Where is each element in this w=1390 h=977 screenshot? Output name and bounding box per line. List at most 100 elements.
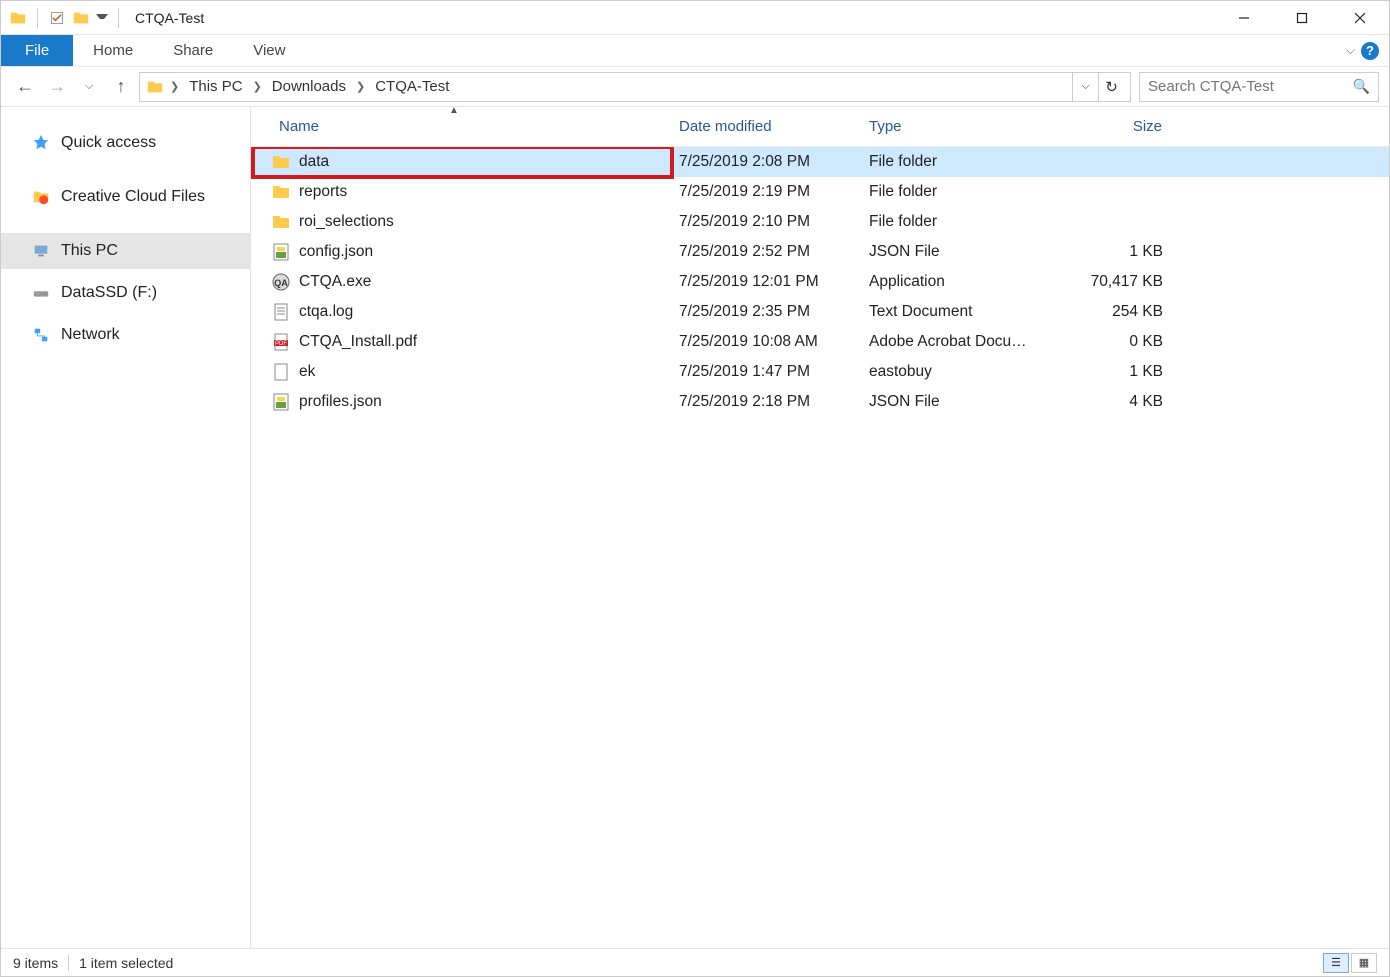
file-name: roi_selections bbox=[299, 213, 394, 231]
file-size: 70,417 KB bbox=[1051, 273, 1171, 291]
column-type-header[interactable]: Type bbox=[861, 107, 1051, 146]
folder-icon bbox=[271, 212, 291, 232]
file-date: 7/25/2019 2:52 PM bbox=[671, 243, 861, 261]
minimize-button[interactable] bbox=[1215, 1, 1273, 35]
file-row[interactable]: ek7/25/2019 1:47 PMeastobuy1 KB bbox=[251, 357, 1389, 387]
file-date: 7/25/2019 2:10 PM bbox=[671, 213, 861, 231]
breadcrumb[interactable]: This PC bbox=[185, 78, 246, 95]
sidebar-item-label: This PC bbox=[61, 242, 118, 260]
forward-button[interactable]: → bbox=[43, 73, 71, 101]
status-item-count: 9 items bbox=[13, 955, 58, 971]
help-icon[interactable]: ? bbox=[1361, 42, 1379, 60]
content-area: Quick access Creative Cloud Files This PC D… bbox=[1, 107, 1389, 948]
qat-folder-icon[interactable] bbox=[72, 9, 90, 27]
title-bar: CTQA-Test bbox=[1, 1, 1389, 35]
sidebar-item-label: DataSSD (F:) bbox=[61, 284, 157, 302]
file-name: CTQA_Install.pdf bbox=[299, 333, 417, 351]
status-selection: 1 item selected bbox=[79, 955, 173, 971]
file-date: 7/25/2019 10:08 AM bbox=[671, 333, 861, 351]
window-title: CTQA-Test bbox=[135, 10, 204, 26]
address-bar[interactable]: ❯ This PC ❯ Downloads ❯ CTQA-Test ⌵ ↻ bbox=[139, 72, 1131, 102]
sort-indicator-icon: ▲ bbox=[449, 107, 459, 116]
folder-icon bbox=[146, 78, 164, 96]
breadcrumb[interactable]: Downloads bbox=[268, 78, 350, 95]
ribbon: File Home Share View ⌵ ? bbox=[1, 35, 1389, 67]
file-type: File folder bbox=[861, 153, 1051, 171]
file-row[interactable]: QA CTQA.exe 7/25/2019 12:01 PMApplication7… bbox=[251, 267, 1389, 297]
tab-file[interactable]: File bbox=[1, 35, 73, 66]
qat-properties-icon[interactable] bbox=[48, 9, 66, 27]
file-row[interactable]: data 7/25/2019 2:08 PMFile folder bbox=[251, 147, 1389, 177]
file-row[interactable]: config.json7/25/2019 2:52 PMJSON File1 K… bbox=[251, 237, 1389, 267]
file-name: reports bbox=[299, 183, 347, 201]
refresh-button[interactable]: ↻ bbox=[1098, 73, 1124, 101]
file-date: 7/25/2019 2:08 PM bbox=[671, 153, 861, 171]
titlebar-left: CTQA-Test bbox=[1, 8, 204, 28]
search-box[interactable]: 🔍 bbox=[1139, 72, 1379, 102]
sidebar-item-creative-cloud-files[interactable]: Creative Cloud Files bbox=[1, 179, 250, 215]
file-name: data bbox=[299, 153, 329, 171]
file-size: 254 KB bbox=[1051, 303, 1171, 321]
pc-icon bbox=[31, 241, 51, 261]
file-type: Text Document bbox=[861, 303, 1051, 321]
file-name: ek bbox=[299, 363, 315, 381]
file-name: CTQA.exe bbox=[299, 273, 371, 291]
up-button[interactable]: ↑ bbox=[107, 73, 135, 101]
maximize-button[interactable] bbox=[1273, 1, 1331, 35]
chevron-right-icon[interactable]: ❯ bbox=[251, 80, 264, 93]
search-input[interactable] bbox=[1148, 78, 1353, 95]
file-type: eastobuy bbox=[861, 363, 1051, 381]
file-date: 7/25/2019 12:01 PM bbox=[671, 273, 861, 291]
recent-dropdown[interactable]: ⌵ bbox=[75, 73, 103, 101]
sidebar-item-label: Quick access bbox=[61, 134, 156, 152]
file-name: ctqa.log bbox=[299, 303, 353, 321]
breadcrumb[interactable]: CTQA-Test bbox=[371, 78, 453, 95]
exe-icon: QA bbox=[271, 272, 291, 292]
file-type: Application bbox=[861, 273, 1051, 291]
view-details-button[interactable]: ☰ bbox=[1323, 953, 1349, 973]
sidebar-item-quick-access[interactable]: Quick access bbox=[1, 125, 250, 161]
svg-text:PDF: PDF bbox=[275, 341, 287, 347]
file-row[interactable]: PDF CTQA_Install.pdf 7/25/2019 10:08 AMAdo… bbox=[251, 327, 1389, 357]
tab-view[interactable]: View bbox=[233, 35, 305, 66]
ribbon-right: ⌵ ? bbox=[1346, 35, 1389, 66]
separator bbox=[118, 8, 119, 28]
view-large-icons-button[interactable]: ▦ bbox=[1351, 953, 1377, 973]
file-date: 7/25/2019 2:18 PM bbox=[671, 393, 861, 411]
window-controls bbox=[1215, 1, 1389, 35]
chevron-right-icon[interactable]: ❯ bbox=[354, 80, 367, 93]
file-size: 1 KB bbox=[1051, 243, 1171, 261]
ribbon-expand-icon[interactable]: ⌵ bbox=[1346, 43, 1355, 58]
search-icon[interactable]: 🔍 bbox=[1353, 78, 1370, 95]
sidebar-item-network[interactable]: Network bbox=[1, 317, 250, 353]
status-bar: 9 items 1 item selected ☰ ▦ bbox=[1, 948, 1389, 976]
chevron-right-icon[interactable]: ❯ bbox=[168, 80, 181, 93]
back-button[interactable]: ← bbox=[11, 73, 39, 101]
sidebar-item-this-pc[interactable]: This PC bbox=[1, 233, 250, 269]
file-row[interactable]: roi_selections7/25/2019 2:10 PMFile fold… bbox=[251, 207, 1389, 237]
file-type: Adobe Acrobat Docu… bbox=[861, 333, 1051, 351]
column-name-header[interactable]: Name bbox=[251, 107, 671, 146]
file-row[interactable]: reports7/25/2019 2:19 PMFile folder bbox=[251, 177, 1389, 207]
column-headers: ▲ Name Date modified Type Size bbox=[251, 107, 1389, 147]
file-list-area: ▲ Name Date modified Type Size data 7/25/… bbox=[251, 107, 1389, 948]
file-type: JSON File bbox=[861, 393, 1051, 411]
column-size-header[interactable]: Size bbox=[1051, 107, 1171, 146]
column-date-header[interactable]: Date modified bbox=[671, 107, 861, 146]
folder-icon bbox=[271, 152, 291, 172]
address-dropdown[interactable]: ⌵ bbox=[1072, 73, 1098, 101]
file-type: File folder bbox=[861, 183, 1051, 201]
file-rows: data7/25/2019 2:08 PMFile folderreports7… bbox=[251, 147, 1389, 948]
drive-icon bbox=[31, 283, 51, 303]
tab-home[interactable]: Home bbox=[73, 35, 153, 66]
close-button[interactable] bbox=[1331, 1, 1389, 35]
cc-icon bbox=[31, 187, 51, 207]
file-row[interactable]: ctqa.log7/25/2019 2:35 PMText Document25… bbox=[251, 297, 1389, 327]
sidebar-item-datassd-f-[interactable]: DataSSD (F:) bbox=[1, 275, 250, 311]
qat-dropdown-icon[interactable] bbox=[96, 9, 108, 27]
file-size: 4 KB bbox=[1051, 393, 1171, 411]
tab-share[interactable]: Share bbox=[153, 35, 233, 66]
file-row[interactable]: profiles.json 7/25/2019 2:18 PMJSON File4… bbox=[251, 387, 1389, 417]
separator bbox=[68, 955, 69, 971]
file-name: profiles.json bbox=[299, 393, 382, 411]
